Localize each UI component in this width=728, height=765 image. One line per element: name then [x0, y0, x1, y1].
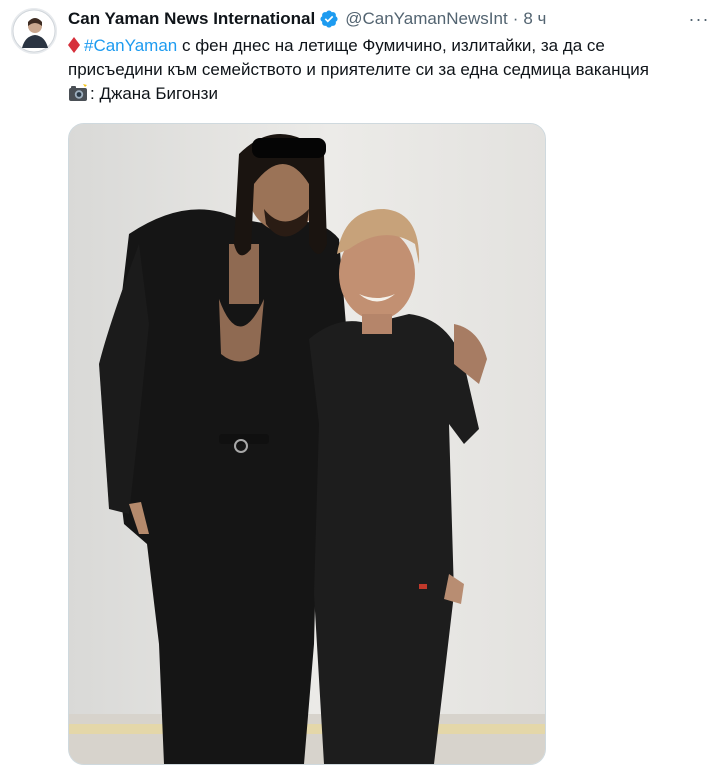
tweet: Can Yaman News International @CanYamanNe…	[0, 0, 728, 765]
tweet-text-line-1-rest: с фен днес на летище Фумичино, излитайки…	[177, 36, 605, 55]
tweet-text-line-2: присъедини към семейството и приятелите …	[68, 60, 649, 79]
verified-badge-icon	[319, 9, 339, 29]
tweet-text-line-1: #CanYaman с фен днес на летище Фумичино,…	[68, 34, 708, 58]
avatar-image	[11, 8, 57, 54]
tweet-photo[interactable]	[68, 123, 546, 765]
hashtag-link[interactable]: #CanYaman	[84, 36, 177, 55]
avatar[interactable]	[11, 8, 57, 54]
user-handle[interactable]: @CanYamanNewsInt	[345, 9, 507, 29]
photo-credit: : Джана Бигонзи	[90, 84, 218, 103]
red-diamond-icon	[68, 36, 80, 53]
display-name[interactable]: Can Yaman News International	[68, 9, 315, 29]
tweet-text-line-3: : Джана Бигонзи	[68, 82, 708, 106]
camera-flash-icon	[68, 84, 88, 102]
separator-dot: ·	[512, 9, 519, 28]
tweet-text: #CanYaman с фен днес на летище Фумичино,…	[68, 34, 708, 106]
photo-image	[69, 124, 545, 764]
more-options-icon[interactable]: ···	[688, 8, 710, 30]
tweet-header: Can Yaman News International @CanYamanNe…	[68, 8, 718, 30]
timestamp[interactable]: 8 ч	[523, 9, 546, 29]
